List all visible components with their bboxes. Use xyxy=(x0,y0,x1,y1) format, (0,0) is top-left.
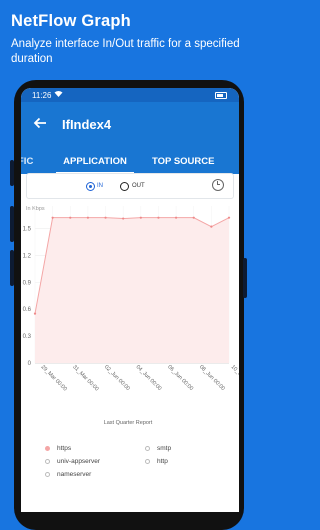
tab-traffic[interactable]: FIC xyxy=(21,152,33,174)
y-tick-label: 1.2 xyxy=(23,253,32,259)
legend-label: http xyxy=(157,458,168,465)
data-point xyxy=(192,216,195,219)
data-point xyxy=(33,312,37,315)
data-point xyxy=(122,217,125,220)
legend-label: smtp xyxy=(157,445,172,452)
status-time: 11:26 xyxy=(32,91,52,100)
legend-label: univ-appserver xyxy=(57,458,100,465)
data-point xyxy=(157,216,160,219)
promo-title: NetFlow Graph xyxy=(11,12,131,30)
promo-subtitle: Analyze interface In/Out traffic for a s… xyxy=(11,38,240,65)
legend-marker-icon xyxy=(145,446,150,451)
chart-legend: https smtp univ-appserver http nameserver xyxy=(45,445,235,506)
direction-toggle-card: IN OUT xyxy=(26,173,234,199)
y-tick-label: 0.6 xyxy=(23,307,32,313)
wifi-icon xyxy=(54,90,63,100)
y-tick-label: 0 xyxy=(28,361,32,367)
back-arrow-icon[interactable] xyxy=(29,116,51,138)
x-tick-label: 08_Jun 00:00 xyxy=(198,364,226,392)
tab-top-source[interactable]: TOP SOURCE xyxy=(152,152,214,174)
radio-out[interactable] xyxy=(120,182,129,191)
phone-side-button xyxy=(243,258,247,298)
legend-marker-icon xyxy=(45,472,50,477)
traffic-chart: In Kbps 1.5 1.2 0.9 0.6 0.3 0 29_Mar 00:00 31_Ma… xyxy=(23,206,239,426)
x-axis-title: Last Quarter Report xyxy=(104,420,153,426)
data-point xyxy=(69,216,72,219)
chart-area: In Kbps 1.5 1.2 0.9 0.6 0.3 0 29_Mar 00:00 31_Ma… xyxy=(21,203,239,433)
data-point xyxy=(86,216,90,219)
data-point xyxy=(104,216,107,219)
series-area-https xyxy=(35,217,229,363)
data-point xyxy=(51,216,54,219)
data-point xyxy=(210,225,213,228)
y-tick-label: 1.5 xyxy=(23,226,32,232)
x-tick-label: 06_Jun 00:00 xyxy=(166,364,194,392)
legend-marker-icon xyxy=(45,446,50,451)
data-point xyxy=(174,216,178,219)
phone-side-button xyxy=(10,160,14,186)
legend-label: https xyxy=(57,445,72,452)
y-tick-label: 0.3 xyxy=(23,334,32,340)
tab-application[interactable]: APPLICATION xyxy=(56,152,134,174)
x-tick-label: 31_Mar 00:00 xyxy=(71,364,99,392)
x-tick-label: 04_Jun 00:00 xyxy=(135,364,163,392)
legend-marker-icon xyxy=(45,459,50,464)
phone-side-button xyxy=(10,206,14,242)
y-tick-label: 0.9 xyxy=(23,280,32,286)
legend-label: nameserver xyxy=(57,471,92,478)
x-tick-label: 02_Jun 00:00 xyxy=(103,364,131,392)
data-point xyxy=(139,216,142,219)
x-tick-label: 10_Jun 00:00 xyxy=(230,364,239,392)
clock-icon[interactable] xyxy=(212,179,224,191)
tab-bar: FIC APPLICATION TOP SOURCE xyxy=(21,152,239,174)
radio-out-label: OUT xyxy=(132,183,145,189)
battery-icon xyxy=(215,92,227,99)
x-tick-label: 29_Mar 00:00 xyxy=(40,364,68,392)
legend-marker-icon xyxy=(145,459,150,464)
phone-screen: 11:26 IfIndex4 FIC APPLICATION TOP SOURC… xyxy=(21,88,239,512)
y-axis-title: In Kbps xyxy=(26,206,45,212)
screen-title: IfIndex4 xyxy=(62,117,112,132)
radio-in[interactable] xyxy=(86,182,95,191)
status-bar: 11:26 xyxy=(21,88,239,102)
radio-in-label: IN xyxy=(97,183,103,189)
app-bar: IfIndex4 xyxy=(21,102,239,152)
phone-side-button xyxy=(10,250,14,286)
data-point xyxy=(227,216,231,219)
